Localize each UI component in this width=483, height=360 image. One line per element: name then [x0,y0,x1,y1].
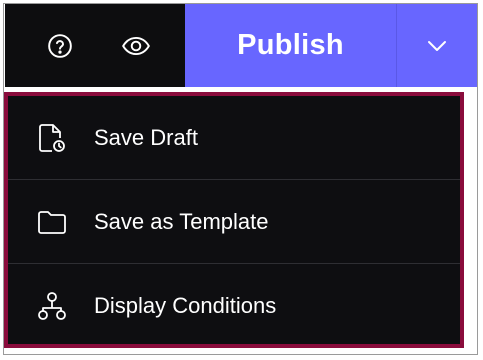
menu-item-label: Display Conditions [94,293,277,318]
chevron-down-icon [428,40,446,51]
question-circle-icon [48,33,72,58]
top-toolbar: Publish [5,4,477,87]
menu-item-display-conditions[interactable]: Display Conditions [8,264,460,348]
file-clock-icon [36,122,68,154]
help-button[interactable] [22,4,98,87]
folder-icon [36,206,68,238]
menu-item-label: Save as Template [94,208,269,234]
menu-item-save-as-template[interactable]: Save as Template [8,180,460,264]
menu-item-label: Save Draft [94,124,198,150]
publish-options-toggle[interactable] [397,4,477,87]
preview-button[interactable] [98,4,174,87]
publish-button[interactable]: Publish [185,4,397,87]
toolbar-icons [5,4,185,87]
publish-options-menu: Save Draft Save as Template Display Cond… [4,92,464,348]
sitemap-icon [36,290,68,322]
menu-item-save-draft[interactable]: Save Draft [8,96,460,180]
eye-icon [122,36,150,55]
